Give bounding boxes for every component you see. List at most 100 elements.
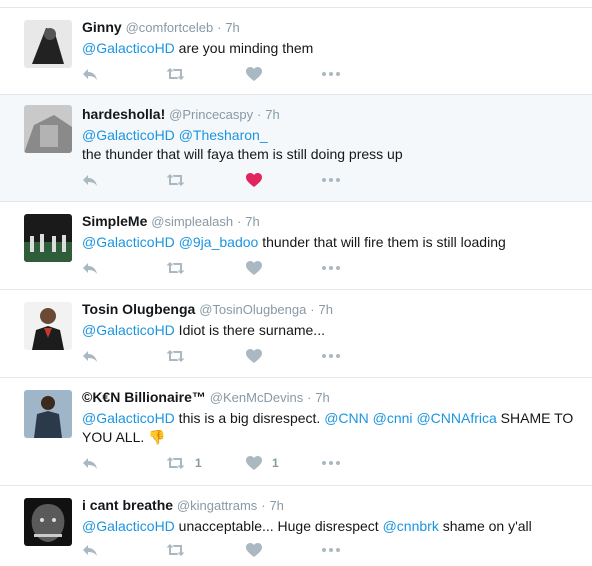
like-button[interactable] <box>246 172 272 188</box>
retweet-icon <box>166 544 185 556</box>
text-segment: Idiot is there surname... <box>174 322 325 338</box>
mention-link[interactable]: @GalacticoHD <box>82 518 175 534</box>
timestamp[interactable]: 7h <box>245 214 259 229</box>
timestamp[interactable]: 7h <box>269 498 283 513</box>
action-bar <box>82 172 362 188</box>
text-segment: the thunder that will faya them is still… <box>82 146 403 162</box>
retweet-count: 1 <box>195 456 202 470</box>
display-name[interactable]: SimpleMe <box>82 213 147 229</box>
display-name[interactable]: ©K€N Billionaire™ <box>82 389 206 405</box>
retweet-button[interactable] <box>166 542 195 558</box>
action-bar <box>82 66 362 82</box>
thumbs-down-emoji: 👎 <box>148 429 166 445</box>
retweet-button[interactable]: 1 <box>166 455 202 471</box>
tweet-text: @GalacticoHD are you minding them <box>82 39 582 58</box>
mention-link[interactable]: @9ja_badoo <box>179 234 259 250</box>
mention-link[interactable]: @cnnbrk <box>383 518 439 534</box>
user-handle[interactable]: @comfortceleb <box>126 20 214 35</box>
reply-button[interactable] <box>82 455 98 471</box>
retweet-icon <box>166 68 185 80</box>
tweet-header: Tosin Olugbenga @TosinOlugbenga · 7h <box>82 300 582 319</box>
retweet-button[interactable] <box>166 348 195 364</box>
like-button[interactable]: 1 <box>246 455 279 471</box>
mention-link[interactable]: @GalacticoHD <box>82 127 175 143</box>
more-button[interactable] <box>322 455 340 471</box>
avatar[interactable] <box>24 302 72 350</box>
reply-button[interactable] <box>82 348 98 364</box>
reply-button[interactable] <box>82 66 98 82</box>
reply-icon <box>83 351 97 362</box>
user-handle[interactable]: @simplealash <box>151 214 233 229</box>
user-handle[interactable]: @KenMcDevins <box>210 390 303 405</box>
tweet[interactable]: Tosin Olugbenga @TosinOlugbenga · 7h @Ga… <box>0 290 592 378</box>
mention-link[interactable]: @GalacticoHD <box>82 234 175 250</box>
more-icon <box>322 548 340 552</box>
like-button[interactable] <box>246 348 272 364</box>
avatar[interactable] <box>24 390 72 438</box>
more-icon <box>322 266 340 270</box>
timestamp[interactable]: 7h <box>315 390 329 405</box>
mention-link[interactable]: @GalacticoHD <box>82 40 175 56</box>
mention-link[interactable]: @GalacticoHD <box>82 410 175 426</box>
avatar[interactable] <box>24 20 72 68</box>
user-handle[interactable]: @TosinOlugbenga <box>199 302 306 317</box>
more-button[interactable] <box>322 66 340 82</box>
display-name[interactable]: Tosin Olugbenga <box>82 301 195 317</box>
reply-icon <box>83 69 97 80</box>
mention-link[interactable]: @CNNAfrica <box>416 410 496 426</box>
retweet-button[interactable] <box>166 66 195 82</box>
avatar[interactable] <box>24 105 72 153</box>
avatar[interactable] <box>24 498 72 546</box>
more-button[interactable] <box>322 348 340 364</box>
more-icon <box>322 72 340 76</box>
mention-link[interactable]: @Thesharon_ <box>179 127 268 143</box>
action-bar <box>82 348 362 364</box>
like-button[interactable] <box>246 542 272 558</box>
retweet-button[interactable] <box>166 172 195 188</box>
more-icon <box>322 461 340 465</box>
more-button[interactable] <box>322 542 340 558</box>
heart-icon <box>246 349 262 363</box>
tweet-text: @GalacticoHD @9ja_badoo thunder that wil… <box>82 233 582 252</box>
tweet[interactable]: i cant breathe @kingattrams · 7h @Galact… <box>0 486 592 566</box>
reply-button[interactable] <box>82 260 98 276</box>
heart-icon <box>246 173 262 187</box>
reply-icon <box>83 263 97 274</box>
text-segment: this is a big disrespect. <box>174 410 325 426</box>
display-name[interactable]: Ginny <box>82 19 122 35</box>
tweet[interactable]: ©K€N Billionaire™ @KenMcDevins · 7h @Gal… <box>0 378 592 486</box>
mention-link[interactable]: @CNN <box>324 410 369 426</box>
heart-icon <box>246 67 262 81</box>
separator: · <box>236 214 242 229</box>
separator: · <box>261 498 266 513</box>
action-bar <box>82 542 362 558</box>
like-button[interactable] <box>246 66 272 82</box>
reply-icon <box>83 175 97 186</box>
tweet[interactable]: SimpleMe @simplealash · 7h @GalacticoHD … <box>0 202 592 290</box>
separator: · <box>217 20 222 35</box>
heart-icon <box>246 456 262 470</box>
more-button[interactable] <box>322 260 340 276</box>
timestamp[interactable]: 7h <box>318 302 332 317</box>
reply-icon <box>83 545 97 556</box>
user-handle[interactable]: @Princecaspy <box>169 107 253 122</box>
retweet-button[interactable] <box>166 260 195 276</box>
text-segment: shame on y'all <box>438 518 532 534</box>
reply-icon <box>83 458 97 469</box>
reply-button[interactable] <box>82 172 98 188</box>
more-button[interactable] <box>322 172 340 188</box>
user-handle[interactable]: @kingattrams <box>177 498 257 513</box>
timestamp[interactable]: 7h <box>265 107 279 122</box>
mention-link[interactable]: @cnni <box>373 410 413 426</box>
tweet[interactable]: Ginny @comfortceleb · 7h @GalacticoHD ar… <box>0 8 592 95</box>
display-name[interactable]: i cant breathe <box>82 497 173 513</box>
reply-button[interactable] <box>82 542 98 558</box>
tweet[interactable]: hardesholla! @Princecaspy · 7h @Galactic… <box>0 95 592 202</box>
tweet-header: SimpleMe @simplealash · 7h <box>82 212 582 231</box>
like-button[interactable] <box>246 260 272 276</box>
mention-link[interactable]: @GalacticoHD <box>82 322 175 338</box>
timestamp[interactable]: 7h <box>225 20 239 35</box>
separator: · <box>257 107 262 122</box>
display-name[interactable]: hardesholla! <box>82 106 165 122</box>
avatar[interactable] <box>24 214 72 262</box>
